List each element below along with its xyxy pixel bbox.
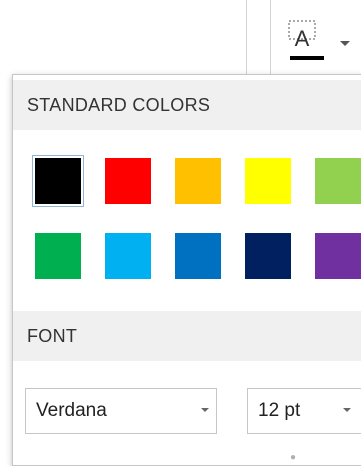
- text-box-letter-a-icon: A: [288, 20, 324, 60]
- partially-hidden-icon: ●: [290, 452, 297, 463]
- standard-colors-heading: STANDARD COLORS: [13, 80, 361, 130]
- font-size-value: 12 pt: [258, 400, 301, 421]
- font-family-select[interactable]: Verdana: [25, 388, 217, 434]
- chevron-down-icon: [343, 408, 351, 412]
- color-swatch-purple[interactable]: [315, 233, 361, 279]
- color-swatch-red[interactable]: [105, 158, 151, 204]
- text-color-button[interactable]: A: [286, 18, 330, 70]
- font-size-select[interactable]: 12 pt: [247, 388, 361, 434]
- color-swatch-light-blue[interactable]: [105, 233, 151, 279]
- color-swatch-green[interactable]: [35, 233, 81, 279]
- text-color-dropdown-panel: STANDARD COLORS FONT Verdana 12 pt: [12, 74, 361, 466]
- color-swatch-yellow[interactable]: [245, 158, 291, 204]
- chevron-down-icon: [201, 408, 209, 412]
- svg-text:A: A: [295, 26, 310, 51]
- font-heading: FONT: [13, 311, 361, 361]
- color-swatch-light-green[interactable]: [315, 158, 361, 204]
- color-swatch-orange[interactable]: [175, 158, 221, 204]
- color-swatch-black[interactable]: [32, 155, 84, 207]
- color-swatch-blue[interactable]: [175, 233, 221, 279]
- chevron-down-icon[interactable]: [338, 38, 352, 48]
- color-swatch-dark-blue[interactable]: [245, 233, 291, 279]
- font-family-value: Verdana: [36, 400, 107, 421]
